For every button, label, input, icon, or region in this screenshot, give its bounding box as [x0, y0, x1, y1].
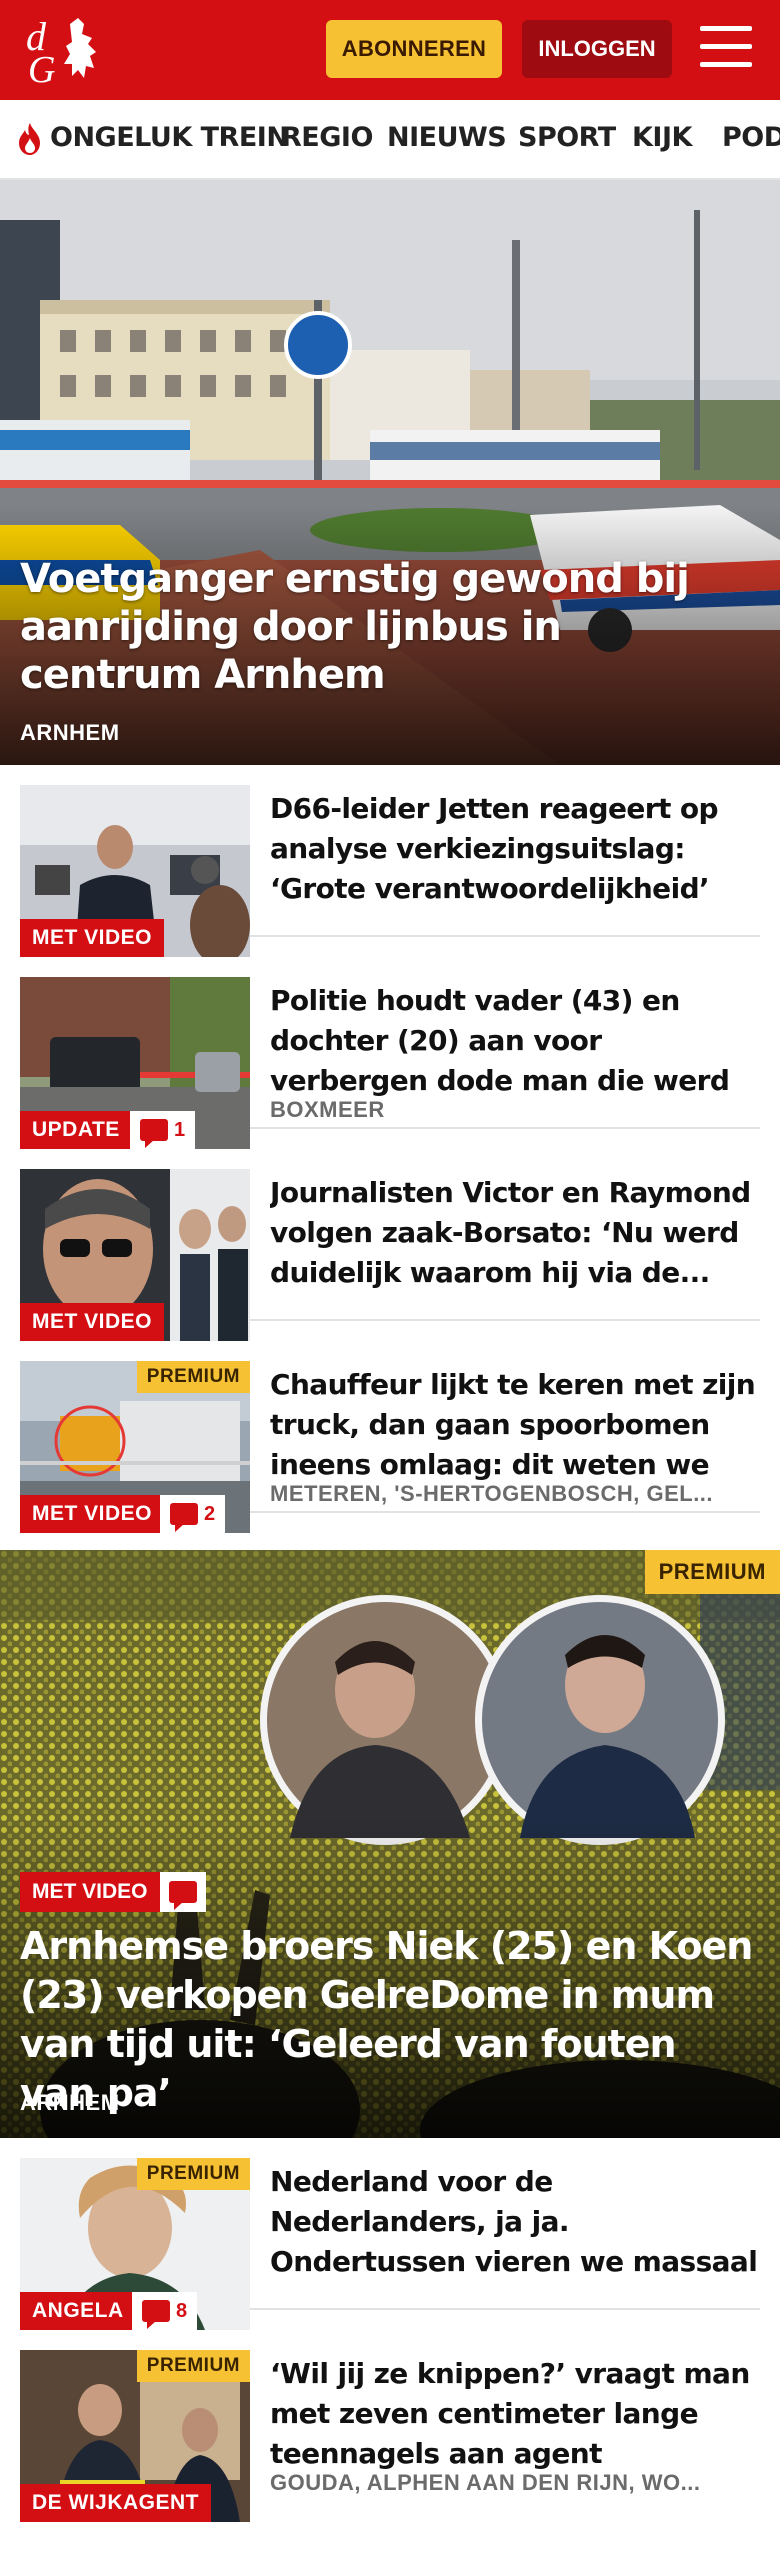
list-item[interactable]: PREMIUM DE WIJKAGENT ‘Wil jij ze knippen…: [20, 2330, 760, 2522]
video-label: MET VIDEO: [20, 1495, 165, 1533]
video-label: MET VIDEO: [20, 919, 165, 957]
nav-item-kijk[interactable]: KIJK: [632, 122, 692, 153]
list-item[interactable]: PREMIUM MET VIDEO 2 Chauffeur lijkt te k…: [20, 1341, 760, 1533]
article-location: METEREN, 'S-HERTOGENBOSCH, GEL...: [270, 1481, 714, 1506]
video-label: MET VIDEO: [20, 1872, 160, 1912]
comment-count-value: 1: [174, 1118, 186, 1141]
list-item[interactable]: MET VIDEO Journalisten Victor en Raymond…: [20, 1149, 760, 1341]
nav-item-sport[interactable]: SPORT: [518, 122, 616, 153]
hero-location: ARNHEM: [20, 720, 120, 745]
nav-item-regio[interactable]: REGIO: [281, 122, 373, 153]
comment-icon: [169, 1881, 197, 1910]
list-item[interactable]: UPDATE 1 Politie houdt vader (43) en doc…: [20, 957, 760, 1149]
comment-icon: [142, 2300, 170, 2329]
login-button[interactable]: INLOGGEN: [522, 20, 672, 78]
article-thumbnail: PREMIUM MET VIDEO 2: [20, 1361, 250, 1533]
comment-count[interactable]: 2: [160, 1495, 226, 1533]
comment-button[interactable]: [160, 1872, 206, 1912]
flame-icon: [19, 123, 40, 155]
comment-count[interactable]: 8: [132, 2292, 198, 2330]
article-thumbnail: MET VIDEO: [20, 1169, 250, 1341]
comment-icon: [170, 1503, 198, 1532]
svg-text:G: G: [28, 49, 55, 86]
article-title[interactable]: Nederland voor de Nederlanders, ja ja. O…: [270, 2162, 760, 2282]
section-nav: ONGELUK TREIN REGIO NIEUWS SPORT KIJK PO…: [0, 100, 780, 180]
list-item[interactable]: PREMIUM ANGELA 8 Nederland voor de Neder…: [20, 2138, 760, 2330]
premium-badge: PREMIUM: [644, 1550, 780, 1594]
article-location: GOUDA, ALPHEN AAN DEN RIJN, WO...: [270, 2470, 701, 2495]
columnist-label: DE WIJKAGENT: [20, 2484, 212, 2522]
top-header: d G ABONNEREN INLOGGEN: [0, 0, 780, 100]
subscribe-button[interactable]: ABONNEREN: [326, 20, 502, 78]
comment-icon: [140, 1119, 168, 1148]
hamburger-menu-icon[interactable]: [700, 26, 752, 72]
video-label: MET VIDEO: [20, 1303, 165, 1341]
comment-count-value: 8: [176, 2299, 188, 2322]
feature-location: ARNHEM: [20, 2090, 120, 2115]
article-title[interactable]: D66-leider Jetten reageert op analyse ve…: [270, 789, 760, 909]
article-thumbnail: UPDATE 1: [20, 977, 250, 1149]
columnist-label: ANGELA: [20, 2292, 136, 2330]
hero-article[interactable]: Voetganger ernstig gewond bij aanrijding…: [0, 180, 780, 765]
feature-title[interactable]: Arnhemse broers Niek (25) en Koen (23) v…: [20, 1922, 760, 2118]
article-title[interactable]: Journalisten Victor en Raymond volgen za…: [270, 1173, 760, 1293]
nav-item-ongeluk-trein[interactable]: ONGELUK TREIN: [50, 122, 289, 153]
site-logo[interactable]: d G: [22, 14, 114, 91]
premium-badge: PREMIUM: [136, 1361, 250, 1393]
article-thumbnail: MET VIDEO: [20, 785, 250, 957]
article-thumbnail: PREMIUM DE WIJKAGENT: [20, 2350, 250, 2522]
nav-item-nieuws[interactable]: NIEUWS: [387, 122, 507, 153]
comment-count[interactable]: 1: [130, 1111, 196, 1149]
article-title[interactable]: Chauffeur lijkt te keren met zijn truck,…: [270, 1365, 760, 1485]
hero-title[interactable]: Voetganger ernstig gewond bij aanrijding…: [20, 555, 710, 699]
article-thumbnail: PREMIUM ANGELA 8: [20, 2158, 250, 2330]
nav-item-pod[interactable]: POD: [722, 122, 780, 153]
dg-logo-icon: d G: [26, 14, 96, 91]
premium-badge: PREMIUM: [136, 2158, 250, 2190]
list-item[interactable]: MET VIDEO D66-leider Jetten reageert op …: [20, 765, 760, 957]
update-label: UPDATE: [20, 1111, 132, 1149]
comment-count-value: 2: [204, 1502, 216, 1525]
article-title[interactable]: ‘Wil jij ze knippen?’ vraagt man met zev…: [270, 2354, 760, 2474]
article-location: BOXMEER: [270, 1097, 385, 1122]
article-title[interactable]: Politie houdt vader (43) en dochter (20)…: [270, 981, 760, 1101]
feature-article[interactable]: PREMIUM MET VIDEO Arnhemse broers Niek (…: [0, 1550, 780, 2138]
premium-badge: PREMIUM: [136, 2350, 250, 2382]
